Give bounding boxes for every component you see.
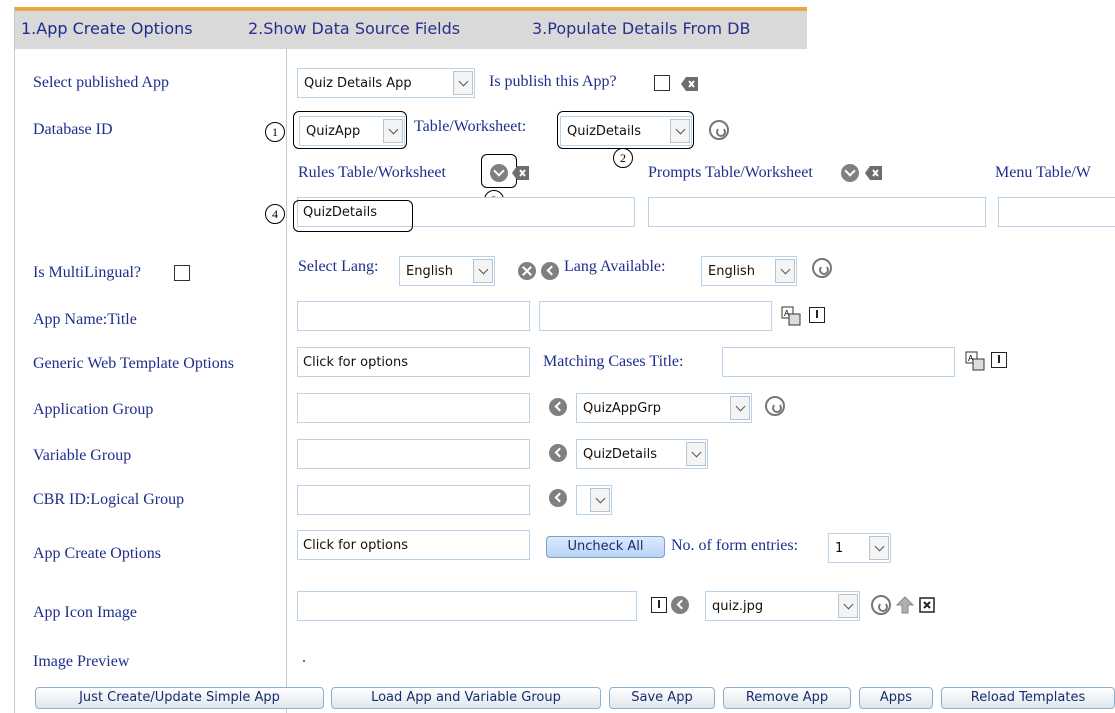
upload-icon[interactable] [895, 595, 915, 615]
add-cbr-icon[interactable] [549, 489, 567, 507]
application-group-input[interactable] [297, 393, 530, 423]
cbr-id-input[interactable] [297, 485, 530, 515]
menu-table-input[interactable] [998, 197, 1115, 227]
label-application-group: Application Group [33, 401, 154, 418]
form-entries-label: No. of form entries: [671, 537, 799, 554]
translate-icon[interactable]: A [781, 306, 801, 326]
refresh-icon[interactable] [765, 396, 785, 416]
callout-number-2: 2 [613, 148, 633, 168]
callout-frame-1 [293, 111, 407, 149]
lang-available-select[interactable]: English [701, 256, 797, 286]
add-group-icon[interactable] [549, 398, 567, 416]
app-icon-input[interactable] [297, 591, 637, 621]
app-create-panel: 1.App Create Options 2.Show Data Source … [14, 7, 1115, 713]
dropdown-circle-icon[interactable] [841, 164, 859, 182]
chevron-down-icon [869, 536, 889, 560]
multilingual-checkbox[interactable] [174, 265, 190, 281]
uncheck-all-button[interactable]: Uncheck All [546, 536, 665, 558]
rules-table-label: Rules Table/Worksheet [298, 164, 446, 181]
reload-templates-button[interactable]: Reload Templates [941, 687, 1115, 709]
application-group-select[interactable]: QuizAppGrp [576, 393, 752, 423]
image-preview-area: . [302, 649, 306, 666]
form-entries-select[interactable]: 1 [828, 533, 891, 563]
chevron-down-icon [686, 442, 706, 466]
label-app-icon-image: App Icon Image [33, 604, 137, 621]
matching-cases-title-label: Matching Cases Title: [543, 353, 684, 370]
app-name-input[interactable] [297, 301, 530, 331]
is-publish-label: Is publish this App? [489, 73, 617, 90]
select-lang-select[interactable]: English [399, 256, 495, 286]
delete-icon[interactable] [511, 165, 531, 181]
column-divider [286, 49, 287, 713]
chevron-down-icon [473, 259, 493, 283]
tab-app-create-options[interactable]: 1.App Create Options [21, 19, 193, 38]
add-lang-icon[interactable] [541, 262, 559, 280]
download-icon[interactable] [991, 352, 1007, 368]
label-cbr-id-logical-group: CBR ID:Logical Group [33, 491, 185, 508]
remove-lang-icon[interactable] [518, 262, 536, 280]
chevron-down-icon [730, 396, 750, 420]
load-app-variable-group-button[interactable]: Load App and Variable Group [331, 687, 601, 709]
published-app-select[interactable]: Quiz Details App [297, 68, 475, 98]
variable-group-input[interactable] [297, 439, 530, 469]
app-create-options-input[interactable]: Click for options [297, 530, 530, 560]
tab-show-data-source-fields[interactable]: 2.Show Data Source Fields [248, 19, 460, 38]
refresh-icon[interactable] [871, 595, 891, 615]
delete-icon[interactable] [680, 76, 700, 92]
tab-populate-details-from-db[interactable]: 3.Populate Details From DB [532, 19, 750, 38]
remove-app-button[interactable]: Remove App [723, 687, 851, 709]
callout-frame-4 [293, 200, 413, 232]
callout-number-4: 4 [265, 204, 285, 224]
chevron-down-icon [775, 259, 795, 283]
refresh-icon[interactable] [812, 258, 832, 278]
menu-table-label: Menu Table/W [995, 164, 1091, 181]
variable-group-select[interactable]: QuizDetails [576, 439, 708, 469]
is-publish-checkbox[interactable] [654, 75, 670, 91]
download-icon[interactable] [809, 307, 825, 323]
prompts-table-input[interactable] [648, 197, 986, 227]
translate-icon[interactable]: A [965, 351, 985, 371]
prompts-table-label: Prompts Table/Worksheet [648, 164, 813, 181]
label-is-multilingual: Is MultiLingual? [33, 264, 141, 281]
app-title-input[interactable] [539, 301, 772, 331]
just-create-update-button[interactable]: Just Create/Update Simple App [35, 687, 324, 709]
label-select-published-app: Select published App [33, 74, 169, 91]
select-lang-label: Select Lang: [298, 258, 379, 275]
matching-cases-title-input[interactable] [722, 347, 955, 377]
dropdown-circle-icon[interactable] [490, 164, 508, 182]
label-database-id: Database ID [33, 121, 113, 138]
table-worksheet-label: Table/Worksheet: [414, 118, 527, 135]
callout-frame-2 [557, 111, 694, 149]
generic-web-template-input[interactable]: Click for options [297, 347, 530, 377]
app-icon-select[interactable]: quiz.jpg [705, 591, 860, 621]
close-icon[interactable] [919, 597, 935, 613]
lang-available-label: Lang Available: [564, 258, 666, 275]
tab-bar: 1.App Create Options 2.Show Data Source … [15, 7, 1115, 49]
label-image-preview: Image Preview [33, 653, 130, 670]
label-generic-web-template-options: Generic Web Template Options [33, 355, 234, 372]
save-app-button[interactable]: Save App [609, 687, 715, 709]
refresh-icon[interactable] [709, 120, 729, 140]
chevron-down-icon [838, 594, 858, 618]
label-app-name-title: App Name:Title [33, 311, 137, 328]
chevron-down-icon [590, 488, 610, 512]
callout-number-1: 1 [265, 122, 285, 142]
cbr-id-select[interactable] [576, 485, 612, 515]
label-app-create-options: App Create Options [33, 545, 161, 562]
label-variable-group: Variable Group [33, 447, 132, 464]
chevron-down-icon [453, 71, 473, 95]
download-icon[interactable] [651, 597, 667, 613]
apps-button[interactable]: Apps [859, 687, 933, 709]
delete-icon[interactable] [864, 165, 884, 181]
add-image-icon[interactable] [671, 596, 689, 614]
add-variable-group-icon[interactable] [549, 444, 567, 462]
